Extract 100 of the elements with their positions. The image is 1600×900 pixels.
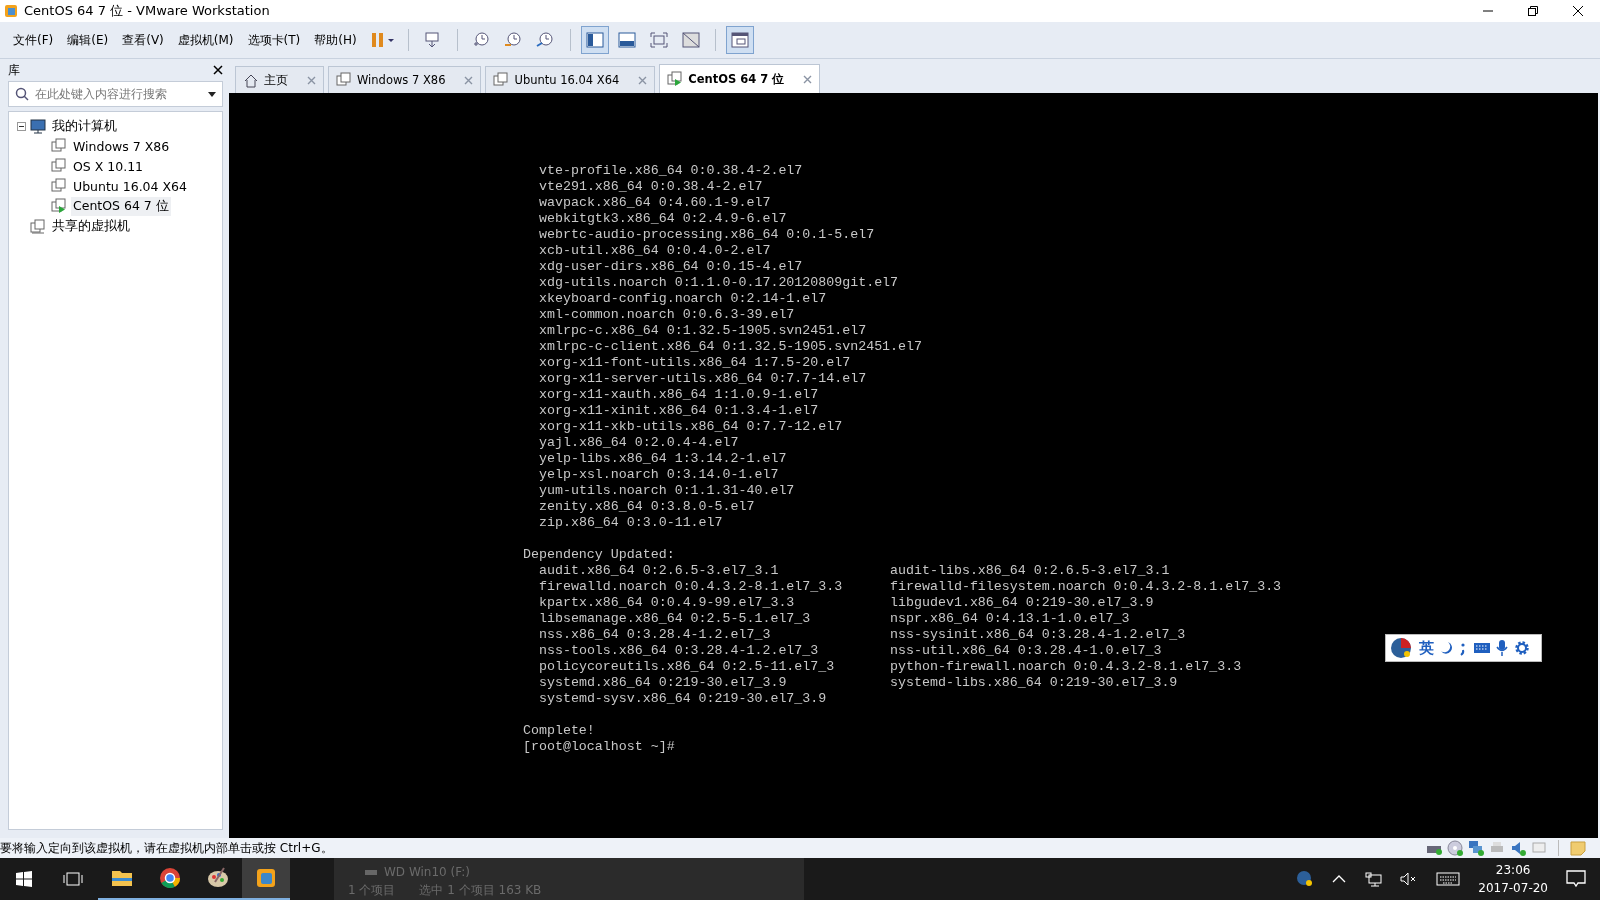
monitor-icon (30, 118, 46, 134)
console-line: xkeyboard-config.noarch 0:2.14-1.el7 (539, 291, 828, 307)
network-icon[interactable] (1364, 871, 1383, 887)
console-line: xmlrpc-c-client.x86_64 0:1.32.5-1905.svn2451.el7 (539, 339, 923, 355)
microphone-icon[interactable] (1496, 639, 1508, 657)
console-line: vte-profile.x86_64 0:0.38.4-2.el7 (539, 163, 804, 179)
console-line: nss-tools.x86_64 0:3.28.4-1.2.el7_3 (539, 643, 819, 659)
console-line: zip.x86_64 0:3.0-11.el7 (539, 515, 724, 531)
console-line: yum-utils.noarch 0:1.1.31-40.el7 (539, 483, 796, 499)
console-line: yelp-xsl.noarch 0:3.14.0-1.el7 (539, 467, 780, 483)
selection-info: 选中 1 个项目 163 KB (419, 882, 542, 899)
console-line: libgudev1.x86_64 0:219-30.el7_3.9 (890, 595, 1154, 611)
menu-item[interactable]: 查看(V) (115, 31, 171, 49)
dropdown-caret-icon (208, 91, 216, 97)
toolbar-button[interactable] (725, 26, 754, 54)
window-title: CentOS 64 7 位 - VMware Workstation (24, 2, 271, 20)
ime-logo-icon[interactable] (1390, 637, 1414, 659)
input-mode-toggle[interactable]: 英 (1419, 638, 1434, 658)
console-line: audit-libs.x86_64 0:2.6.5-3.el7_3.1 (890, 563, 1170, 579)
menu-item[interactable]: 编辑(E) (60, 31, 116, 49)
close-icon[interactable] (1572, 5, 1584, 17)
vm-icon (336, 72, 352, 88)
tree-item[interactable]: OS X 10.11 (71, 157, 146, 175)
drive-label: WD Win10 (F:) (384, 865, 470, 879)
window-view-icon (728, 30, 751, 50)
console-line: Complete! (523, 723, 596, 739)
console-line: systemd-sysv.x86_64 0:219-30.el7_3.9 (539, 691, 827, 707)
palette-icon (206, 866, 230, 890)
clock-date[interactable]: 2017-07-20 (1478, 879, 1548, 897)
chrome-icon (158, 866, 182, 890)
ime-logo-icon[interactable] (1296, 870, 1315, 888)
console-line: firewalld-filesystem.noarch 0:0.4.3.2-8.1.el7_3.3 (890, 579, 1282, 595)
settings-icon[interactable] (1513, 639, 1531, 657)
console-line: policycoreutils.x86_64 0:2.5-11.el7_3 (539, 659, 835, 675)
speaker-icon[interactable] (1510, 840, 1526, 856)
keyboard-icon[interactable] (1436, 872, 1461, 886)
console-line: vte291.x86_64 0:0.38.4-2.el7 (539, 179, 764, 195)
search-field[interactable]: 在此处键入内容进行搜索 (8, 81, 223, 107)
console-line: nss.x86_64 0:3.28.4-1.2.el7_3 (539, 627, 771, 643)
start-icon[interactable] (15, 870, 33, 888)
tab[interactable]: Ubuntu 16.04 X64 (485, 66, 656, 93)
tab[interactable]: CentOS 64 7 位 (659, 64, 821, 93)
console-line: xorg-x11-font-utils.x86_64 1:7.5-20.el7 (539, 355, 852, 371)
console-line: nspr.x86_64 0:4.13.1-1.0.el7_3 (890, 611, 1130, 627)
vm-console-screen[interactable] (229, 93, 1598, 838)
home-icon (243, 72, 259, 88)
shared-vms-icon (30, 218, 46, 234)
console-line: kpartx.x86_64 0:0.4.9-99.el7_3.3 (539, 595, 795, 611)
console-line: xorg-x11-xauth.x86_64 1:1.0.9-1.el7 (539, 387, 820, 403)
item-count: 1 个项目 (348, 882, 396, 899)
console-line: wavpack.x86_64 0:4.60.1-9.el7 (539, 195, 772, 211)
console-line: yajl.x86_64 0:2.0.4-4.el7 (539, 435, 740, 451)
taskbar-app-button[interactable] (242, 858, 290, 900)
console-line: xorg-x11-xinit.x86_64 0:1.3.4-1.el7 (539, 403, 820, 419)
console-line: xorg-x11-xkb-utils.x86_64 0:7.7-12.el7 (539, 419, 844, 435)
console-line: Dependency Updated: (523, 547, 676, 563)
drive-icon (364, 867, 378, 877)
toolbar-button[interactable] (580, 26, 609, 54)
console-line: yelp-libs.x86_64 1:3.14.2-1.el7 (539, 451, 788, 467)
notification-icon[interactable] (1566, 870, 1586, 888)
menu-item[interactable]: 选项卡(T) (240, 31, 308, 49)
app-logo-icon (4, 4, 18, 18)
menu-item[interactable]: 帮助(H) (307, 31, 364, 49)
full-screen-icon (647, 30, 670, 50)
chevron-up-icon[interactable] (1332, 875, 1347, 883)
tree-item[interactable]: CentOS 64 7 位 (71, 196, 171, 216)
library-title: 库 (8, 61, 20, 79)
restore-icon[interactable] (1527, 5, 1539, 17)
menu-item[interactable]: 虚拟机(M) (170, 31, 241, 49)
tree-item[interactable]: 我的计算机 (50, 116, 119, 136)
tab[interactable]: 主页 (235, 66, 324, 93)
console-line: zenity.x86_64 0:3.8.0-5.el7 (539, 499, 756, 515)
console-line: firewalld.noarch 0:0.4.3.2-8.1.el7_3.3 (539, 579, 843, 595)
workstation-icon (254, 866, 278, 890)
window-crossed-icon (679, 30, 702, 50)
search-input[interactable]: 在此处键入内容进行搜索 (35, 84, 202, 104)
console-line: xml-common.noarch 0:0.6.3-39.el7 (539, 307, 796, 323)
tree-item[interactable]: 共享的虚拟机 (50, 216, 132, 236)
console-line: xdg-user-dirs.x86_64 0:0.15-4.el7 (539, 259, 804, 275)
console-line: xorg-x11-server-utils.x86_64 0:7.7-14.el7 (539, 371, 868, 387)
console-line: systemd-libs.x86_64 0:219-30.el7_3.9 (890, 675, 1178, 691)
status-message: 要将输入定向到该虚拟机，请在虚拟机内部单击或按 Ctrl+G。 (0, 839, 333, 857)
console-line: systemd.x86_64 0:219-30.el7_3.9 (539, 675, 787, 691)
running-vm-icon (667, 71, 684, 87)
collapse-icon[interactable] (17, 121, 26, 131)
console-prompt: [root@localhost ~]# (523, 739, 676, 755)
menu-item[interactable]: 文件(F) (6, 31, 61, 49)
console-line: audit.x86_64 0:2.6.5-3.el7_3.1 (539, 563, 779, 579)
close-icon[interactable] (213, 65, 223, 75)
keyboard-icon[interactable] (1473, 641, 1491, 655)
clock-time[interactable]: 23:06 (1495, 861, 1531, 879)
search-icon (15, 87, 29, 101)
vm-icon (493, 72, 510, 88)
tree-item[interactable]: Ubuntu 16.04 X64 (71, 177, 189, 195)
sidebar-view-icon (583, 30, 606, 50)
disc-icon[interactable] (1447, 840, 1463, 856)
tab[interactable]: Windows 7 X86 (328, 66, 482, 93)
task-view-icon[interactable] (63, 871, 83, 887)
tree-item[interactable]: Windows 7 X86 (71, 137, 172, 155)
console-line: xmlrpc-c.x86_64 0:1.32.5-1905.svn2451.el7 (539, 323, 868, 339)
